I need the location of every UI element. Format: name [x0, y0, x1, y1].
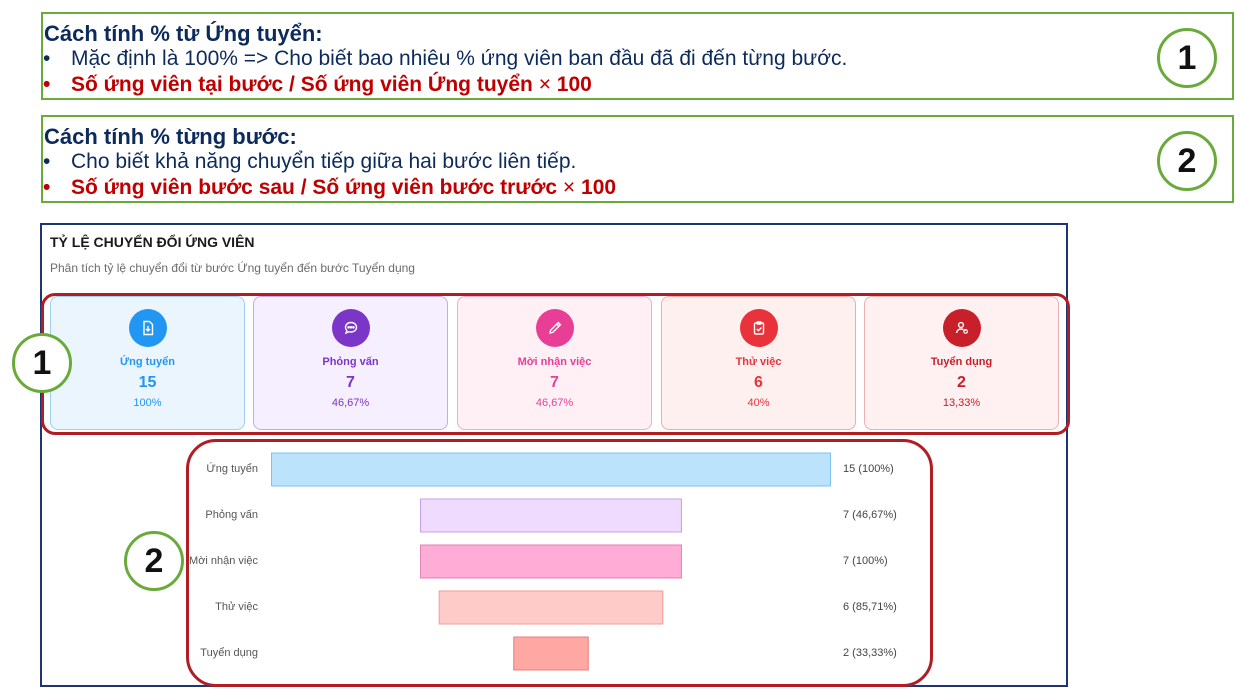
number-badge: 2 — [124, 531, 184, 591]
note-formula: • Số ứng viên bước sau / Số ứng viên bước… — [43, 176, 616, 200]
bullet: • — [43, 73, 51, 96]
bullet: • — [43, 176, 51, 199]
note-title: Cách tính % từng bước: — [44, 124, 297, 149]
times-sign: × — [557, 176, 582, 199]
note-text: Cho biết khả năng chuyển tiếp giữa hai b… — [71, 150, 577, 173]
highlight-frame-funnel — [186, 439, 933, 687]
formula-factor: 100 — [556, 73, 592, 96]
number-badge: 1 — [1157, 28, 1217, 88]
note-title: Cách tính % từ Ứng tuyển: — [44, 21, 323, 46]
formula-text: Số ứng viên tại bước / Số ứng viên Ứng t… — [71, 73, 533, 96]
note-line: • Mặc định là 100% => Cho biết bao nhiêu … — [43, 47, 847, 71]
note-box-percent-from-apply: Cách tính % từ Ứng tuyển: • Mặc định là 1… — [41, 12, 1234, 100]
note-line: • Cho biết khả năng chuyển tiếp giữa hai … — [43, 150, 576, 174]
bullet: • — [43, 47, 51, 70]
formula-text: Số ứng viên bước sau / Số ứng viên bước … — [71, 176, 558, 199]
number-badge: 2 — [1157, 131, 1217, 191]
bullet: • — [43, 150, 51, 173]
formula-factor: 100 — [581, 176, 617, 199]
note-box-percent-per-step: Cách tính % từng bước: • Cho biết khả năn… — [41, 115, 1234, 203]
note-formula: • Số ứng viên tại bước / Số ứng viên Ứng … — [43, 73, 592, 97]
number-badge: 1 — [12, 333, 72, 393]
note-text: Mặc định là 100% => Cho biết bao nhiêu %… — [71, 47, 848, 70]
highlight-frame-stages — [41, 293, 1070, 435]
times-sign: × — [532, 73, 557, 96]
